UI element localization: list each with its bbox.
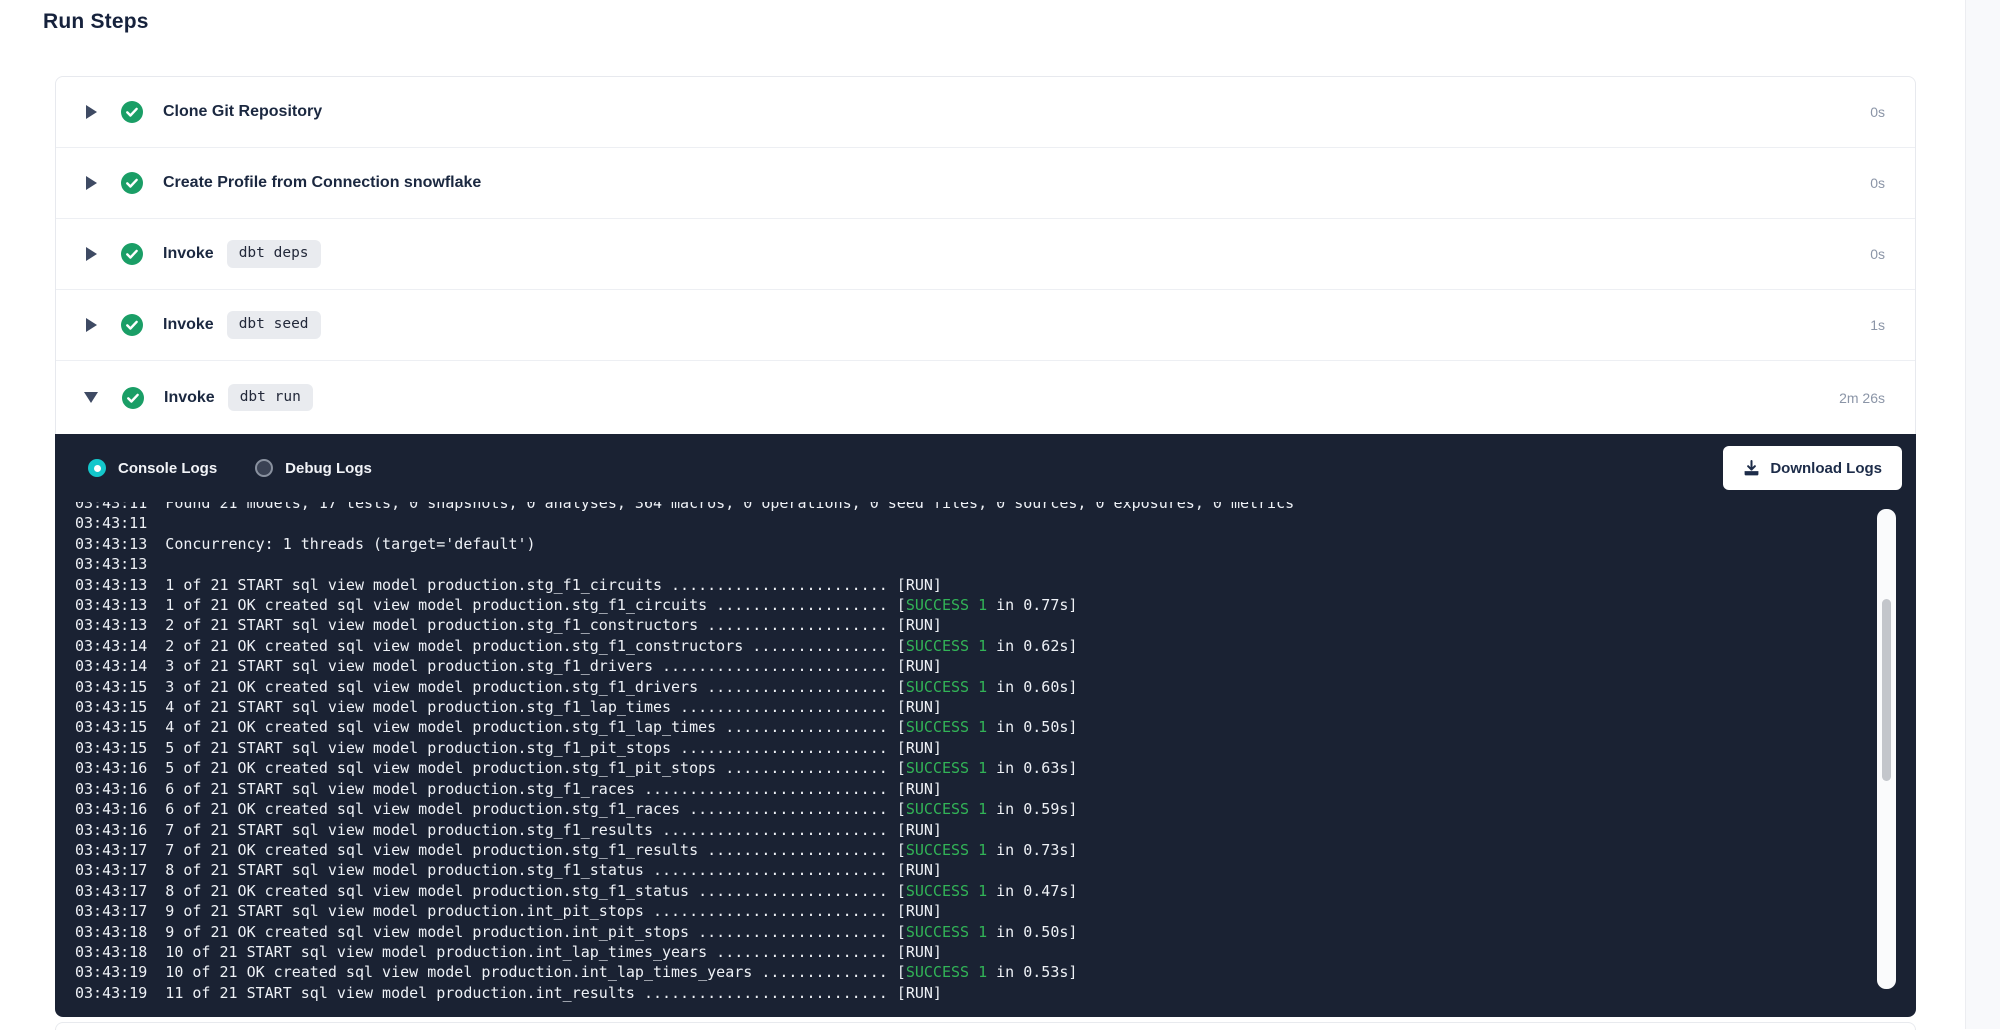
debug-logs-label: Debug Logs bbox=[285, 460, 372, 477]
log-success-status: SUCCESS 1 bbox=[906, 678, 987, 696]
step-command-chip: dbt deps bbox=[227, 240, 321, 267]
step-command-chip: dbt seed bbox=[227, 311, 321, 338]
debug-logs-radio[interactable]: Debug Logs bbox=[255, 459, 372, 477]
page-gutter bbox=[1965, 0, 2000, 1029]
run-steps-card: Clone Git Repository 0s Create Profile f… bbox=[55, 76, 1916, 1017]
log-line: 03:43:15 3 of 21 OK created sql view mod… bbox=[75, 677, 1916, 697]
step-duration: 1s bbox=[1870, 317, 1885, 333]
step-row[interactable]: Create Profile from Connection snowflake… bbox=[56, 147, 1915, 218]
log-line: 03:43:16 6 of 21 OK created sql view mod… bbox=[75, 799, 1916, 819]
console-log-output[interactable]: 03:43:11 Found 21 models, 17 tests, 0 sn… bbox=[75, 502, 1916, 1017]
step-row[interactable]: Invoke dbt deps 0s bbox=[56, 218, 1915, 289]
success-check-icon bbox=[121, 243, 143, 265]
steps-list: Clone Git Repository 0s Create Profile f… bbox=[56, 77, 1915, 434]
log-line: 03:43:13 Concurrency: 1 threads (target=… bbox=[75, 534, 1916, 554]
log-line: 03:43:17 8 of 21 OK created sql view mod… bbox=[75, 881, 1916, 901]
step-row[interactable]: Clone Git Repository 0s bbox=[56, 77, 1915, 147]
log-line: 03:43:18 10 of 21 START sql view model p… bbox=[75, 942, 1916, 962]
log-line: 03:43:18 9 of 21 OK created sql view mod… bbox=[75, 922, 1916, 942]
console-logs-radio[interactable]: Console Logs bbox=[88, 459, 217, 477]
log-line: 03:43:19 11 of 21 START sql view model p… bbox=[75, 983, 1916, 1003]
chevron-right-icon[interactable] bbox=[86, 247, 97, 261]
download-icon bbox=[1743, 460, 1760, 477]
log-line: 03:43:13 1 of 21 OK created sql view mod… bbox=[75, 595, 1916, 615]
log-line: 03:43:14 3 of 21 START sql view model pr… bbox=[75, 656, 1916, 676]
log-line: 03:43:11 Found 21 models, 17 tests, 0 sn… bbox=[75, 502, 1916, 513]
log-line: 03:43:13 1 of 21 START sql view model pr… bbox=[75, 575, 1916, 595]
log-line: 03:43:15 4 of 21 OK created sql view mod… bbox=[75, 717, 1916, 737]
chevron-right-icon[interactable] bbox=[86, 176, 97, 190]
log-line: 03:43:16 5 of 21 OK created sql view mod… bbox=[75, 758, 1916, 778]
log-line: 03:43:17 9 of 21 START sql view model pr… bbox=[75, 901, 1916, 921]
step-duration: 0s bbox=[1870, 104, 1885, 120]
log-panel: Console Logs Debug Logs Download Logs 03… bbox=[55, 434, 1916, 1017]
step-label: Invoke bbox=[163, 316, 214, 334]
log-success-status: SUCCESS 1 bbox=[906, 882, 987, 900]
step-duration: 0s bbox=[1870, 246, 1885, 262]
log-success-status: SUCCESS 1 bbox=[906, 963, 987, 981]
log-line: 03:43:15 5 of 21 START sql view model pr… bbox=[75, 738, 1916, 758]
step-label: Invoke bbox=[163, 245, 214, 263]
chevron-down-icon[interactable] bbox=[84, 392, 98, 403]
log-success-status: SUCCESS 1 bbox=[906, 718, 987, 736]
step-label: Invoke bbox=[164, 389, 215, 407]
log-success-status: SUCCESS 1 bbox=[906, 800, 987, 818]
log-line: 03:43:17 8 of 21 START sql view model pr… bbox=[75, 860, 1916, 880]
step-label: Create Profile from Connection snowflake bbox=[163, 174, 481, 192]
chevron-right-icon[interactable] bbox=[86, 318, 97, 332]
step-duration: 2m 26s bbox=[1839, 390, 1885, 406]
log-success-status: SUCCESS 1 bbox=[906, 923, 987, 941]
log-success-status: SUCCESS 1 bbox=[906, 759, 987, 777]
download-logs-button[interactable]: Download Logs bbox=[1723, 446, 1902, 490]
step-row[interactable]: Invoke dbt seed 1s bbox=[56, 289, 1915, 360]
log-lines: 03:43:11 Found 21 models, 17 tests, 0 sn… bbox=[75, 502, 1916, 1003]
download-logs-label: Download Logs bbox=[1770, 460, 1882, 477]
success-check-icon bbox=[121, 172, 143, 194]
log-line: 03:43:17 7 of 21 OK created sql view mod… bbox=[75, 840, 1916, 860]
log-line: 03:43:13 2 of 21 START sql view model pr… bbox=[75, 615, 1916, 635]
log-success-status: SUCCESS 1 bbox=[906, 637, 987, 655]
log-line: 03:43:19 10 of 21 OK created sql view mo… bbox=[75, 962, 1916, 982]
log-line: 03:43:16 6 of 21 START sql view model pr… bbox=[75, 779, 1916, 799]
log-line: 03:43:16 7 of 21 START sql view model pr… bbox=[75, 820, 1916, 840]
log-toolbar: Console Logs Debug Logs Download Logs bbox=[55, 434, 1916, 502]
log-line: 03:43:13 bbox=[75, 554, 1916, 574]
console-logs-label: Console Logs bbox=[118, 460, 217, 477]
log-line: 03:43:11 bbox=[75, 513, 1916, 533]
step-duration: 0s bbox=[1870, 175, 1885, 191]
success-check-icon bbox=[121, 101, 143, 123]
log-scrollbar[interactable] bbox=[1877, 509, 1896, 989]
step-command-chip: dbt run bbox=[228, 384, 313, 411]
log-scrollbar-thumb[interactable] bbox=[1882, 599, 1891, 781]
radio-selected-icon[interactable] bbox=[88, 459, 106, 477]
radio-unselected-icon[interactable] bbox=[255, 459, 273, 477]
step-row[interactable]: Invoke dbt run 2m 26s bbox=[56, 360, 1915, 434]
step-label: Clone Git Repository bbox=[163, 103, 322, 121]
log-line: 03:43:15 4 of 21 START sql view model pr… bbox=[75, 697, 1916, 717]
success-check-icon bbox=[122, 387, 144, 409]
log-success-status: SUCCESS 1 bbox=[906, 596, 987, 614]
chevron-right-icon[interactable] bbox=[86, 105, 97, 119]
log-success-status: SUCCESS 1 bbox=[906, 841, 987, 859]
log-line: 03:43:14 2 of 21 OK created sql view mod… bbox=[75, 636, 1916, 656]
success-check-icon bbox=[121, 314, 143, 336]
page-title: Run Steps bbox=[43, 10, 149, 34]
